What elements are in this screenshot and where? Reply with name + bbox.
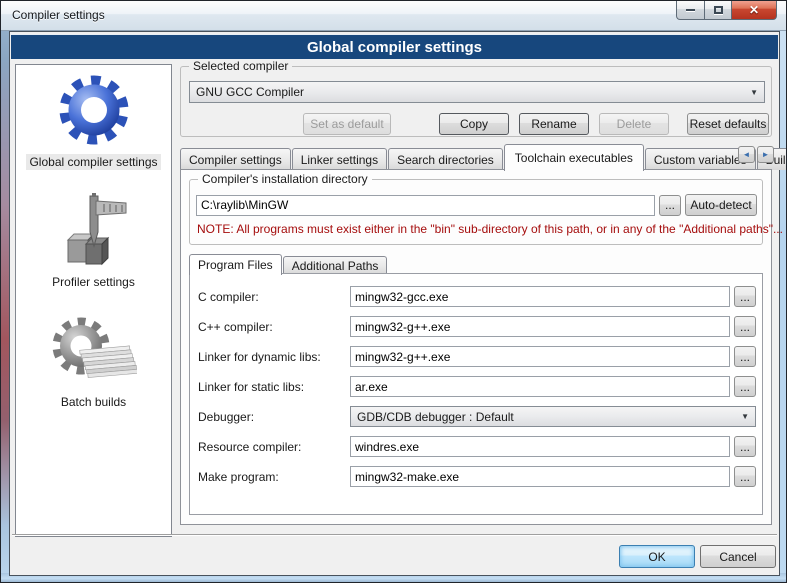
field-label: Debugger:	[198, 410, 346, 424]
field-row-make-program: Make program: ...	[198, 466, 756, 487]
tab-scroll-right-icon[interactable]: ►	[757, 146, 774, 163]
chevron-down-icon: ▼	[741, 412, 749, 421]
tab-scroll-left-icon[interactable]: ◄	[738, 146, 755, 163]
sidebar-item-label: Global compiler settings	[26, 154, 160, 170]
sidebar-item-batch-builds[interactable]: Batch builds	[51, 316, 137, 410]
window-title: Compiler settings	[12, 8, 105, 22]
selected-compiler-group-label: Selected compiler	[189, 59, 292, 73]
reset-defaults-button[interactable]: Reset defaults	[687, 113, 769, 135]
static-linker-input[interactable]	[350, 376, 730, 397]
installation-directory-label: Compiler's installation directory	[198, 172, 372, 186]
tab-linker-settings[interactable]: Linker settings	[292, 148, 387, 170]
page-title-text: Global compiler settings	[307, 39, 482, 56]
compiler-settings-window: Compiler settings ✕ Global compiler sett…	[0, 0, 787, 583]
set-as-default-button[interactable]: Set as default	[303, 113, 391, 135]
chevron-down-icon: ▼	[750, 88, 758, 97]
maximize-icon	[714, 6, 723, 14]
installation-directory-row: ... Auto-detect	[196, 194, 757, 216]
tab-search-directories[interactable]: Search directories	[388, 148, 503, 170]
blue-gear-icon	[54, 70, 134, 150]
installation-directory-input[interactable]	[196, 195, 655, 216]
field-label: Resource compiler:	[198, 440, 346, 454]
titlebar[interactable]: Compiler settings ✕	[1, 1, 786, 31]
note-text: NOTE: All programs must exist either in …	[197, 222, 783, 236]
window-frame-left	[1, 1, 9, 583]
installation-directory-group: Compiler's installation directory ... Au…	[189, 179, 763, 245]
sidebar-item-label: Batch builds	[58, 394, 129, 410]
tab-scroll-buttons: ◄ ►	[738, 146, 774, 163]
caption-buttons: ✕	[676, 1, 777, 20]
minimize-button[interactable]	[676, 1, 705, 20]
maximize-button[interactable]	[705, 1, 732, 20]
browse-directory-button[interactable]: ...	[659, 195, 681, 216]
settings-tab-bar: Compiler settings Linker settings Search…	[180, 143, 787, 170]
debugger-select-value: GDB/CDB debugger : Default	[357, 410, 514, 424]
field-row-c-compiler: C compiler: ...	[198, 286, 756, 307]
delete-button[interactable]: Delete	[599, 113, 669, 135]
sidebar-item-profiler-settings[interactable]: Profiler settings	[49, 192, 138, 290]
close-icon: ✕	[749, 4, 759, 16]
field-label: Linker for dynamic libs:	[198, 350, 346, 364]
dynamic-linker-input[interactable]	[350, 346, 730, 367]
dialog-client-area: Global compiler settings	[9, 31, 780, 576]
field-label: C++ compiler:	[198, 320, 346, 334]
tab-compiler-settings[interactable]: Compiler settings	[180, 148, 291, 170]
tab-program-files[interactable]: Program Files	[189, 254, 282, 275]
auto-detect-button[interactable]: Auto-detect	[685, 194, 757, 216]
gray-gear-stack-icon	[51, 316, 137, 390]
tab-toolchain-executables[interactable]: Toolchain executables	[504, 144, 644, 171]
footer-divider	[12, 534, 777, 536]
selected-compiler-group: Selected compiler GNU GCC Compiler ▼ Set…	[180, 66, 772, 137]
rename-button[interactable]: Rename	[519, 113, 589, 135]
cpp-compiler-input[interactable]	[350, 316, 730, 337]
field-label: Make program:	[198, 470, 346, 484]
field-label: Linker for static libs:	[198, 380, 346, 394]
compiler-select-value: GNU GCC Compiler	[196, 85, 304, 99]
field-row-dynamic-linker: Linker for dynamic libs: ...	[198, 346, 756, 367]
caliper-icon	[56, 192, 130, 270]
settings-category-list: Global compiler settings	[15, 64, 172, 537]
sidebar-item-label: Profiler settings	[49, 274, 138, 290]
make-program-input[interactable]	[350, 466, 730, 487]
browse-dynamic-linker-button[interactable]: ...	[734, 346, 756, 367]
field-row-static-linker: Linker for static libs: ...	[198, 376, 756, 397]
tab-additional-paths[interactable]: Additional Paths	[283, 256, 388, 274]
field-row-resource-compiler: Resource compiler: ...	[198, 436, 756, 457]
sidebar-item-global-compiler-settings[interactable]: Global compiler settings	[26, 70, 160, 170]
program-files-tab-bar: Program Files Additional Paths	[189, 253, 388, 274]
close-button[interactable]: ✕	[732, 1, 777, 20]
resource-compiler-input[interactable]	[350, 436, 730, 457]
program-files-panel: C compiler: ... C++ compiler: ... Linker…	[189, 273, 763, 515]
minimize-icon	[686, 9, 695, 12]
ok-button[interactable]: OK	[619, 545, 695, 568]
page-title: Global compiler settings	[11, 34, 778, 59]
browse-resource-compiler-button[interactable]: ...	[734, 436, 756, 457]
browse-static-linker-button[interactable]: ...	[734, 376, 756, 397]
browse-cpp-compiler-button[interactable]: ...	[734, 316, 756, 337]
toolchain-executables-page: Compiler's installation directory ... Au…	[180, 169, 772, 525]
field-label: C compiler:	[198, 290, 346, 304]
browse-make-program-button[interactable]: ...	[734, 466, 756, 487]
copy-button[interactable]: Copy	[439, 113, 509, 135]
cancel-button[interactable]: Cancel	[700, 545, 776, 568]
field-row-debugger: Debugger: GDB/CDB debugger : Default ▼	[198, 406, 756, 427]
c-compiler-input[interactable]	[350, 286, 730, 307]
field-row-cpp-compiler: C++ compiler: ...	[198, 316, 756, 337]
browse-c-compiler-button[interactable]: ...	[734, 286, 756, 307]
debugger-select[interactable]: GDB/CDB debugger : Default ▼	[350, 406, 756, 427]
compiler-select[interactable]: GNU GCC Compiler ▼	[189, 81, 765, 103]
